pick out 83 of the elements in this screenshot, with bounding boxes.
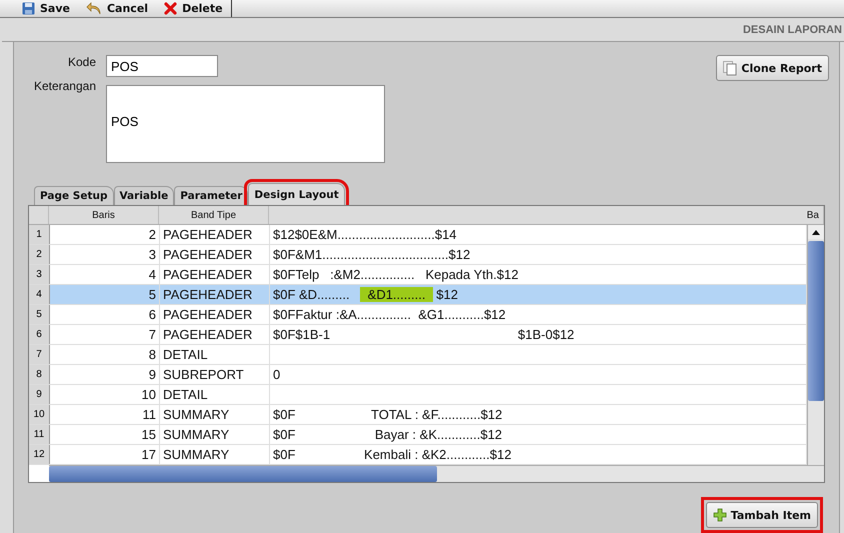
horizontal-scrollbar[interactable] [49, 465, 824, 482]
table-row[interactable]: 8 9 SUBREPORT 0 [29, 365, 807, 385]
cancel-button[interactable]: Cancel [78, 0, 156, 17]
table-cell: PAGEHEADER [160, 325, 270, 344]
row-number: 3 [29, 265, 50, 284]
table-cell: $0FFaktur :&A............... &G1...........$12 [273, 307, 506, 322]
table-cell: $0FTelp :&M2............... Kepada Yth.$12 [273, 267, 518, 282]
delete-button[interactable]: Delete [156, 0, 231, 17]
keterangan-label: Keterangan [34, 79, 96, 93]
table-row[interactable]: 2 3 PAGEHEADER $0F&M1...................................$12 [29, 245, 807, 265]
table-cell: 7 [50, 325, 160, 344]
table-cell: 17 [50, 445, 160, 464]
table-row[interactable]: 11 15 SUMMARY $0F Bayar : &K............$12 [29, 425, 807, 445]
tab[interactable]: Page Setup [34, 186, 114, 205]
row-number: 10 [29, 405, 50, 424]
row-number: 4 [29, 285, 50, 304]
table-cell: 3 [50, 245, 160, 264]
page-title: DESAIN LAPORAN [742, 24, 843, 36]
row-number: 7 [29, 345, 50, 364]
table-cell: 9 [50, 365, 160, 384]
row-number: 2 [29, 245, 50, 264]
table-cell-text: $12 [435, 287, 458, 302]
table-row[interactable]: 7 8 DETAIL [29, 345, 807, 365]
table-row[interactable]: 9 10 DETAIL [29, 385, 807, 405]
highlighted-text: &D1......... [360, 287, 433, 302]
table-cell: $0F Kembali : &K2............$12 [273, 447, 512, 462]
table-cell: 5 [50, 285, 160, 304]
table-cell: $0F&M1...................................$12 [273, 247, 470, 262]
row-number: 9 [29, 385, 50, 404]
keterangan-field[interactable]: POS [106, 85, 385, 163]
tab[interactable]: Parameter [174, 186, 248, 205]
column-header[interactable]: Ba [269, 206, 824, 224]
table-row[interactable]: 4 5 PAGEHEADER $0F &D......... &D1......... $12 [29, 285, 807, 305]
table-cell: 2 [50, 225, 160, 244]
vertical-scrollbar[interactable] [807, 225, 824, 465]
table-cell: $0F TOTAL : &F............$12 [273, 407, 502, 422]
row-number: 8 [29, 365, 50, 384]
table-row[interactable]: 10 11 SUMMARY $0F TOTAL : &F............$12 [29, 405, 807, 425]
table-cell: PAGEHEADER [160, 265, 270, 284]
delete-x-icon [164, 2, 178, 15]
table-row[interactable]: 3 4 PAGEHEADER $0FTelp :&M2............... Kepada Yth.$12 [29, 265, 807, 285]
row-number: 5 [29, 305, 50, 324]
tambah-item-button[interactable]: Tambah Item [706, 502, 818, 528]
plus-icon [712, 508, 727, 522]
save-button[interactable]: Save [14, 0, 78, 17]
kode-label: Kode [68, 55, 96, 69]
table-cell: PAGEHEADER [160, 225, 270, 244]
table-row[interactable]: 6 7 PAGEHEADER $0F$1B-1 $1B-0$12 [29, 325, 807, 345]
table-cell: SUMMARY [160, 425, 270, 444]
column-header[interactable]: Band Tipe [159, 206, 269, 224]
table-cell: $0F$1B-1 $1B-0$12 [273, 327, 574, 342]
table-cell-text: $0F &D......... [273, 287, 351, 302]
table-cell: SUBREPORT [160, 365, 270, 384]
table-cell: PAGEHEADER [160, 285, 270, 304]
tab[interactable]: Variable [114, 186, 174, 205]
undo-arrow-icon [86, 2, 102, 15]
table-row[interactable]: 12 17 SUMMARY $0F Kembali : &K2............$12 [29, 445, 807, 465]
kode-field[interactable]: POS [106, 55, 218, 77]
table-cell: PAGEHEADER [160, 305, 270, 324]
table-cell: 15 [50, 425, 160, 444]
scroll-up-icon[interactable] [812, 230, 820, 234]
table-cell: 0 [273, 367, 280, 382]
table-cell: 11 [50, 405, 160, 424]
copy-icon [723, 60, 738, 76]
table-cell: SUMMARY [160, 405, 270, 424]
table-row[interactable]: 5 6 PAGEHEADER $0FFaktur :&A............... &G1...........$12 [29, 305, 807, 325]
table-cell: 6 [50, 305, 160, 324]
row-number: 1 [29, 225, 50, 244]
table-cell: 4 [50, 265, 160, 284]
clone-report-button[interactable]: Clone Report [716, 55, 829, 81]
row-number: 12 [29, 445, 50, 464]
row-number: 6 [29, 325, 50, 344]
table-cell: PAGEHEADER [160, 245, 270, 264]
row-number: 11 [29, 425, 50, 444]
table-cell: 10 [50, 385, 160, 404]
table-cell: DETAIL [160, 345, 270, 364]
table-cell: $12$0E&M...........................$14 [273, 227, 457, 242]
table-cell: $0F Bayar : &K............$12 [273, 427, 502, 442]
table-cell: DETAIL [160, 385, 270, 404]
table-cell: 8 [50, 345, 160, 364]
column-header[interactable]: Baris [49, 206, 159, 224]
table-cell: SUMMARY [160, 445, 270, 464]
table-row[interactable]: 1 2 PAGEHEADER $12$0E&M...........................$14 [29, 225, 807, 245]
